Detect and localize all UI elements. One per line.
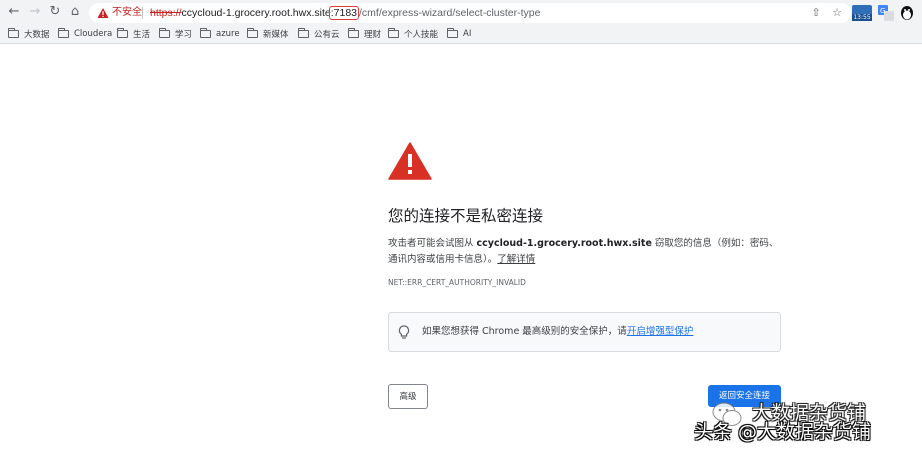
- translate-extension-icon[interactable]: G: [878, 5, 894, 21]
- address-bar[interactable]: 不安全 https://ccycloud-1.grocery.root.hwx.…: [89, 3, 851, 23]
- bookmark-label: 大数据: [24, 30, 50, 40]
- bookmark-label: Cloudera: [74, 29, 113, 39]
- bookmark-folder-public-cloud[interactable]: 公有云: [298, 27, 340, 41]
- extension-badge-text: 13:55: [852, 14, 872, 21]
- bookmark-label: azure: [216, 29, 240, 39]
- bookmark-label: 生活: [133, 30, 151, 40]
- bookmark-label: 理财: [364, 30, 382, 40]
- bookmark-folder-azure[interactable]: azure: [200, 27, 240, 41]
- home-icon[interactable]: ⌂: [67, 4, 83, 20]
- bookmark-folder-ai[interactable]: AI: [447, 27, 471, 41]
- penguin-extension-icon[interactable]: [899, 5, 915, 21]
- browser-toolbar: ← → ↻ ⌂ 不安全 https://ccycloud-1.grocery.r…: [0, 0, 922, 25]
- folder-icon: [117, 28, 128, 38]
- bookmark-label: 学习: [175, 30, 193, 40]
- url-text[interactable]: https://ccycloud-1.grocery.root.hwx.site…: [150, 6, 540, 20]
- description-prefix: 攻击者可能会试图从: [388, 238, 477, 249]
- omnibox-divider: [142, 7, 143, 19]
- folder-icon: [58, 28, 69, 38]
- back-arrow-icon[interactable]: ←: [6, 4, 22, 20]
- enhanced-protection-text: 如果您想获得 Chrome 最高级别的安全保护，请开启增强型保护: [422, 325, 693, 339]
- bookmarks-bar: 大数据 Cloudera 生活 学习 azure 新媒体 公有云 理财 个人技能…: [0, 25, 922, 44]
- bookmark-folder-personal-skills[interactable]: 个人技能: [388, 27, 438, 41]
- forward-arrow-icon[interactable]: →: [27, 4, 43, 20]
- learn-more-link[interactable]: 了解详情: [497, 254, 535, 265]
- folder-icon: [388, 28, 399, 38]
- enhanced-protection-box: 如果您想获得 Chrome 最高级别的安全保护，请开启增强型保护: [388, 312, 781, 352]
- folder-icon: [159, 28, 170, 38]
- warning-triangle-icon: [388, 142, 432, 180]
- enable-enhanced-protection-link[interactable]: 开启增强型保护: [627, 326, 694, 337]
- error-code: NET::ERR_CERT_AUTHORITY_INVALID: [388, 278, 526, 287]
- url-port-highlight: :7183: [328, 6, 359, 20]
- not-secure-warning-icon[interactable]: [97, 6, 109, 20]
- url-path: /cmf/express-wizard/select-cluster-type: [359, 7, 541, 19]
- bookmark-folder-study[interactable]: 学习: [159, 27, 192, 41]
- bookmark-folder-cloudera[interactable]: Cloudera: [58, 27, 112, 41]
- not-secure-label[interactable]: 不安全: [112, 6, 142, 20]
- url-host: ccycloud-1.grocery.root.hwx.site: [181, 7, 331, 19]
- bookmark-folder-life[interactable]: 生活: [117, 27, 150, 41]
- watermark-source: 头条 @大数据杂货铺: [694, 421, 872, 443]
- page-title: 您的连接不是私密连接: [388, 207, 544, 225]
- folder-icon: [298, 28, 309, 38]
- bookmark-label: 公有云: [314, 30, 340, 40]
- folder-icon: [348, 28, 359, 38]
- share-icon[interactable]: ⇧: [809, 6, 823, 20]
- bookmark-label: 个人技能: [404, 30, 439, 40]
- error-description: 攻击者可能会试图从 ccycloud-1.grocery.root.hwx.si…: [388, 236, 783, 268]
- protection-prefix: 如果您想获得 Chrome 最高级别的安全保护，请: [422, 326, 627, 337]
- advanced-button[interactable]: 高级: [388, 384, 428, 409]
- bookmark-label: AI: [463, 29, 472, 39]
- folder-icon: [8, 28, 19, 38]
- bookmark-star-icon[interactable]: ☆: [830, 6, 844, 20]
- folder-icon: [247, 28, 258, 38]
- bookmark-folder-new-media[interactable]: 新媒体: [247, 27, 289, 41]
- svg-text:G: G: [880, 7, 885, 15]
- reload-icon[interactable]: ↻: [47, 4, 63, 20]
- folder-icon: [200, 28, 211, 38]
- bookmark-folder-big-data[interactable]: 大数据: [8, 27, 50, 41]
- url-scheme: https://: [150, 7, 182, 19]
- lightbulb-icon: [398, 325, 410, 339]
- extension-monitor-icon[interactable]: 13:55: [852, 5, 872, 21]
- folder-icon: [447, 28, 458, 38]
- bookmark-folder-finance[interactable]: 理财: [348, 27, 381, 41]
- description-host: ccycloud-1.grocery.root.hwx.site: [476, 238, 652, 249]
- bookmark-label: 新媒体: [263, 30, 289, 40]
